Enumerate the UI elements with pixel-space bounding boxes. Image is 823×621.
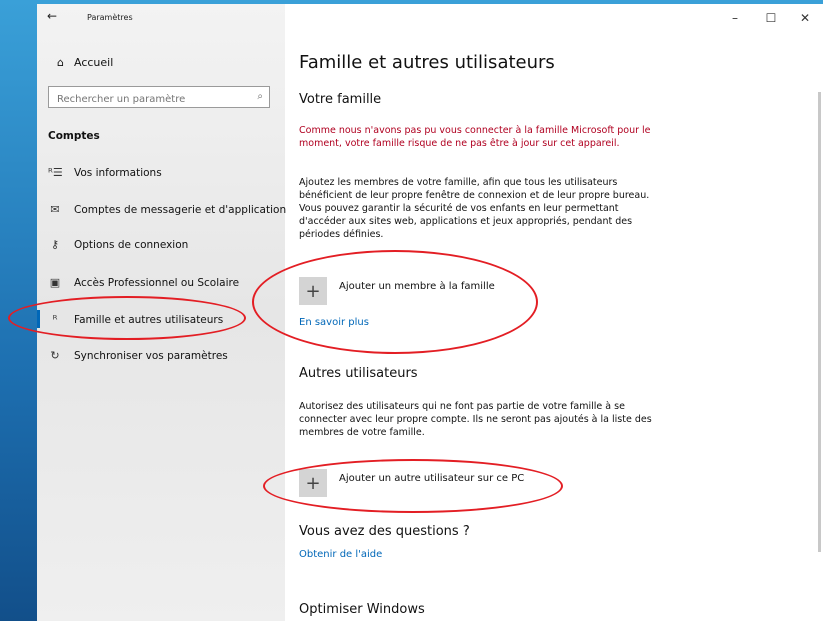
learn-more-link[interactable]: En savoir plus <box>299 317 369 328</box>
person-info-icon: ᴿ☰ <box>48 166 63 179</box>
other-users-description: Autorisez des utilisateurs qui ne font p… <box>299 401 652 438</box>
sidebar-item-home[interactable]: ⌂ Accueil <box>57 56 113 69</box>
briefcase-icon: ▣ <box>49 276 61 289</box>
sidebar-item-label: Famille et autres utilisateurs <box>74 313 224 326</box>
plus-icon: + <box>299 469 327 497</box>
sidebar-item-label: Vos informations <box>74 166 162 179</box>
page-title: Famille et autres utilisateurs <box>299 52 555 73</box>
family-description: Ajoutez les membres de votre famille, af… <box>299 177 650 240</box>
other-users-heading: Autres utilisateurs <box>299 366 418 381</box>
sidebar-item-label: Synchroniser vos paramètres <box>74 349 228 362</box>
sync-icon: ↻ <box>50 349 60 362</box>
questions-heading: Vous avez des questions ? <box>299 524 470 539</box>
sidebar-item-acces-professionnel[interactable]: ▣ Accès Professionnel ou Scolaire <box>48 276 239 289</box>
optimize-heading: Optimiser Windows <box>299 602 425 617</box>
add-family-member-button[interactable]: + Ajouter un membre à la famille <box>299 277 495 305</box>
family-warning: Comme nous n'avons pas pu vous connecter… <box>299 125 651 149</box>
main-content: Famille et autres utilisateurs Votre fam… <box>299 4 823 621</box>
app-title: Paramètres <box>87 13 133 22</box>
family-heading: Votre famille <box>299 92 382 107</box>
back-arrow-icon[interactable]: ← <box>47 9 57 23</box>
search-input[interactable] <box>55 89 247 110</box>
sidebar-item-options-connexion[interactable]: ⚷ Options de connexion <box>48 238 188 251</box>
sidebar-item-famille[interactable]: ᴿ Famille et autres utilisateurs <box>37 310 224 328</box>
search-box[interactable]: ⌕ <box>48 86 270 110</box>
home-icon: ⌂ <box>57 56 64 69</box>
mail-icon: ✉ <box>50 203 60 216</box>
get-help-link[interactable]: Obtenir de l'aide <box>299 549 382 560</box>
add-family-member-label: Ajouter un membre à la famille <box>339 281 495 292</box>
search-icon[interactable]: ⌕ <box>257 91 263 102</box>
plus-icon: + <box>299 277 327 305</box>
family-icon: ᴿ <box>52 313 58 326</box>
sidebar-item-label: Accès Professionnel ou Scolaire <box>74 276 240 289</box>
add-other-user-button[interactable]: + Ajouter un autre utilisateur sur ce PC <box>299 469 524 497</box>
add-other-user-label: Ajouter un autre utilisateur sur ce PC <box>339 473 525 484</box>
settings-window: ← Paramètres ⌂ Accueil ⌕ Comptes ᴿ☰ Vos … <box>37 4 823 621</box>
key-icon: ⚷ <box>50 238 60 251</box>
sidebar-item-synchroniser[interactable]: ↻ Synchroniser vos paramètres <box>48 349 228 362</box>
sidebar-item-label: Options de connexion <box>74 238 189 251</box>
sidebar-item-label: Comptes de messagerie et d'application <box>74 203 287 216</box>
sidebar: ← Paramètres ⌂ Accueil ⌕ Comptes ᴿ☰ Vos … <box>37 4 286 621</box>
section-title-comptes: Comptes <box>48 130 100 142</box>
title-bar: ← Paramètres <box>37 4 285 32</box>
scrollbar[interactable] <box>818 92 821 552</box>
sidebar-item-comptes-messagerie[interactable]: ✉ Comptes de messagerie et d'application <box>48 203 286 216</box>
sidebar-item-vos-informations[interactable]: ᴿ☰ Vos informations <box>48 166 162 179</box>
home-label: Accueil <box>73 56 114 69</box>
